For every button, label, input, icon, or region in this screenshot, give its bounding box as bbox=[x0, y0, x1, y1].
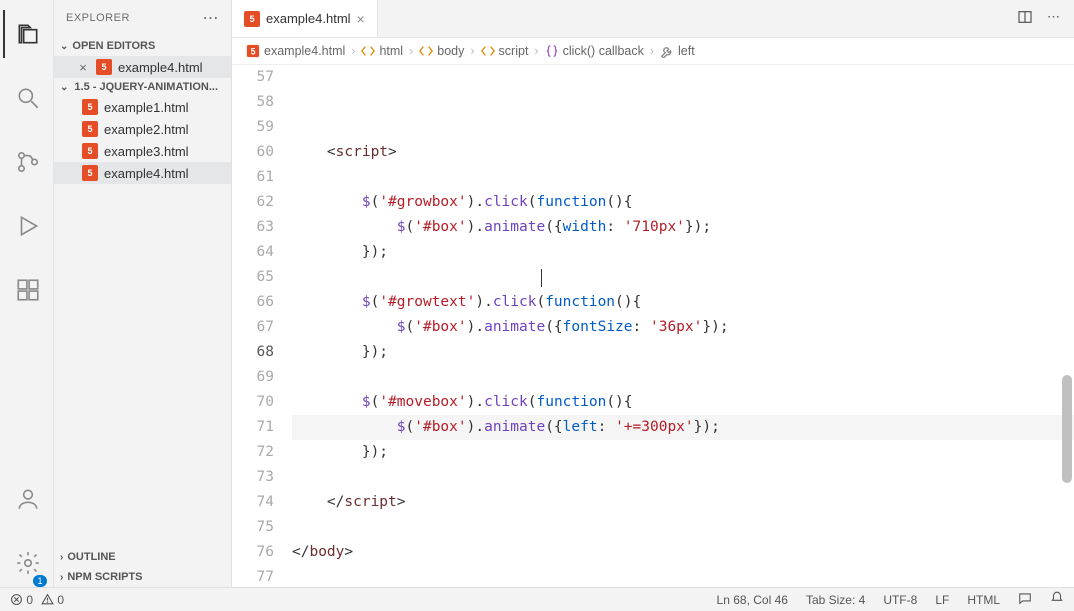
file-item[interactable]: 5 example2.html bbox=[54, 118, 231, 140]
tab-label: example4.html bbox=[266, 11, 351, 26]
run-debug-icon[interactable] bbox=[3, 202, 51, 250]
sidebar-header: EXPLORER ⋯ bbox=[54, 0, 231, 36]
eol[interactable]: LF bbox=[935, 593, 949, 607]
code-line[interactable]: $('#box').animate({width: '710px'}); bbox=[292, 215, 1074, 240]
source-control-icon[interactable] bbox=[3, 138, 51, 186]
code-line[interactable] bbox=[292, 265, 1074, 290]
sidebar-title: EXPLORER bbox=[66, 12, 130, 24]
breadcrumb-label: script bbox=[499, 44, 529, 58]
npm-scripts-header[interactable]: › NPM SCRIPTS bbox=[54, 567, 231, 587]
more-actions-icon[interactable]: ⋯ bbox=[1047, 9, 1060, 28]
breadcrumb-item[interactable]: body bbox=[419, 44, 464, 58]
search-icon[interactable] bbox=[3, 74, 51, 122]
code-line[interactable]: </body> bbox=[292, 540, 1074, 565]
file-label: example2.html bbox=[104, 122, 189, 137]
settings-icon[interactable]: 1 bbox=[3, 539, 51, 587]
outline-header[interactable]: › OUTLINE bbox=[54, 547, 231, 567]
code-line[interactable] bbox=[292, 165, 1074, 190]
breadcrumb-label: example4.html bbox=[264, 44, 345, 58]
breadcrumb-label: left bbox=[678, 44, 695, 58]
file-item[interactable]: 5 example4.html bbox=[54, 162, 231, 184]
encoding[interactable]: UTF-8 bbox=[883, 593, 917, 607]
code-line[interactable]: $('#movebox').click(function(){ bbox=[292, 390, 1074, 415]
html-file-icon: 5 bbox=[82, 99, 98, 115]
breadcrumb-item[interactable]: 5 example4.html bbox=[246, 44, 345, 58]
language-mode[interactable]: HTML bbox=[967, 593, 1000, 607]
folder-header[interactable]: ⌄ 1.5 - JQUERY-ANIMATION... bbox=[54, 78, 231, 96]
code-line[interactable] bbox=[292, 365, 1074, 390]
chevron-down-icon: ⌄ bbox=[60, 82, 68, 93]
breadcrumb-item[interactable]: html bbox=[361, 44, 403, 58]
sidebar-more-icon[interactable]: ⋯ bbox=[203, 8, 220, 28]
file-item[interactable]: 5 example1.html bbox=[54, 96, 231, 118]
editor-area: 5 example4.html × ⋯ 5 example4.html › html ›… bbox=[232, 0, 1074, 587]
chevron-right-icon: › bbox=[409, 44, 413, 58]
breadcrumb-item[interactable]: left bbox=[660, 44, 695, 58]
scrollbar-track[interactable] bbox=[1060, 65, 1074, 587]
code-line[interactable]: }); bbox=[292, 440, 1074, 465]
code-line[interactable] bbox=[292, 465, 1074, 490]
open-editors-header[interactable]: ⌄ OPEN EDITORS bbox=[54, 36, 231, 56]
breadcrumb-item[interactable]: click() callback bbox=[545, 44, 644, 58]
scrollbar-thumb[interactable] bbox=[1062, 375, 1072, 483]
breadcrumb-label: html bbox=[379, 44, 403, 58]
close-icon[interactable]: × bbox=[76, 60, 90, 75]
explorer-icon[interactable] bbox=[3, 10, 51, 58]
code-editor[interactable]: 5758596061626364656667686970717273747576… bbox=[232, 65, 1074, 587]
open-editor-item[interactable]: × 5 example4.html bbox=[54, 56, 231, 78]
breadcrumb-item[interactable]: script bbox=[481, 44, 529, 58]
file-label: example1.html bbox=[104, 100, 189, 115]
code-line[interactable] bbox=[292, 515, 1074, 540]
code-line[interactable]: $('#growbox').click(function(){ bbox=[292, 190, 1074, 215]
code-line[interactable] bbox=[292, 565, 1074, 587]
split-editor-icon[interactable] bbox=[1017, 9, 1033, 28]
breadcrumb-label: body bbox=[437, 44, 464, 58]
feedback-icon[interactable] bbox=[1018, 591, 1032, 608]
file-label: example4.html bbox=[104, 166, 189, 181]
account-icon[interactable] bbox=[3, 475, 51, 523]
tab-bar: 5 example4.html × ⋯ bbox=[232, 0, 1074, 38]
status-bar: 0 0 Ln 68, Col 46 Tab Size: 4 UTF-8 LF H… bbox=[0, 587, 1074, 611]
html-file-icon: 5 bbox=[82, 143, 98, 159]
code-line[interactable]: $('#growtext').click(function(){ bbox=[292, 290, 1074, 315]
activity-bar: 1 bbox=[0, 0, 54, 587]
breadcrumbs[interactable]: 5 example4.html › html › body › script › click() … bbox=[232, 38, 1074, 65]
notifications-icon[interactable] bbox=[1050, 591, 1064, 608]
tab-example4[interactable]: 5 example4.html × bbox=[232, 0, 378, 37]
breadcrumb-label: click() callback bbox=[563, 44, 644, 58]
sidebar: EXPLORER ⋯ ⌄ OPEN EDITORS × 5 example4.htm… bbox=[54, 0, 232, 587]
chevron-right-icon: › bbox=[534, 44, 538, 58]
code-line[interactable]: <script> bbox=[292, 140, 1074, 165]
chevron-right-icon: › bbox=[351, 44, 355, 58]
settings-badge: 1 bbox=[33, 575, 46, 587]
file-label: example4.html bbox=[118, 60, 203, 75]
close-icon[interactable]: × bbox=[357, 11, 365, 27]
code-line[interactable]: }); bbox=[292, 340, 1074, 365]
chevron-right-icon: › bbox=[60, 552, 63, 563]
errors-count[interactable]: 0 bbox=[10, 593, 33, 607]
code-line[interactable]: $('#box').animate({left: '+=300px'}); bbox=[292, 415, 1074, 440]
html-file-icon: 5 bbox=[96, 59, 112, 75]
html-file-icon: 5 bbox=[82, 121, 98, 137]
html-file-icon: 5 bbox=[244, 11, 260, 27]
chevron-down-icon: ⌄ bbox=[60, 41, 68, 52]
code-line[interactable]: $('#box').animate({fontSize: '36px'}); bbox=[292, 315, 1074, 340]
chevron-right-icon: › bbox=[650, 44, 654, 58]
warnings-count[interactable]: 0 bbox=[41, 593, 64, 607]
tab-size[interactable]: Tab Size: 4 bbox=[806, 593, 865, 607]
file-item[interactable]: 5 example3.html bbox=[54, 140, 231, 162]
code-line[interactable]: </script> bbox=[292, 490, 1074, 515]
svg-text:5: 5 bbox=[251, 47, 256, 57]
file-label: example3.html bbox=[104, 144, 189, 159]
code-line[interactable]: }); bbox=[292, 240, 1074, 265]
html-file-icon: 5 bbox=[82, 165, 98, 181]
extensions-icon[interactable] bbox=[3, 266, 51, 314]
chevron-right-icon: › bbox=[60, 572, 63, 583]
cursor-position[interactable]: Ln 68, Col 46 bbox=[717, 593, 788, 607]
chevron-right-icon: › bbox=[470, 44, 474, 58]
